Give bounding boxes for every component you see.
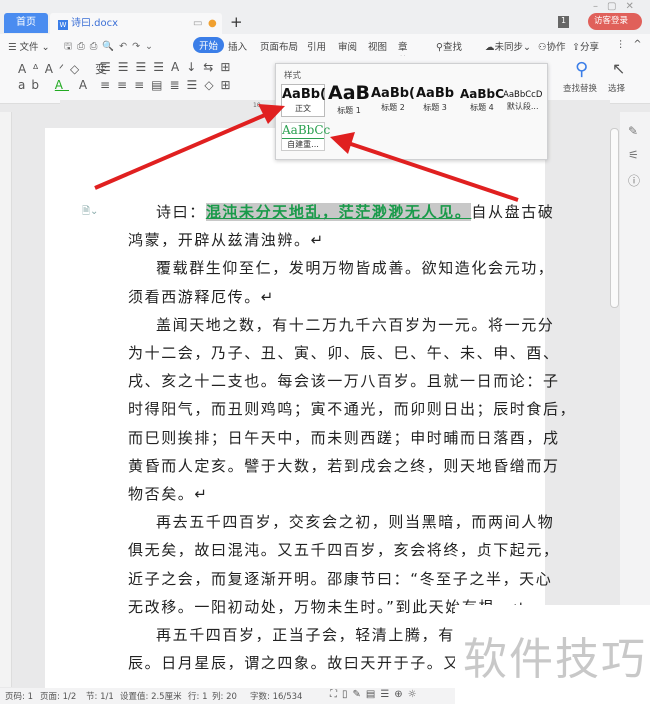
annotation-arrows [94, 104, 519, 202]
pen-icon[interactable]: ✎ [628, 124, 638, 138]
status-page[interactable]: 页码: 1 [5, 690, 33, 702]
scrollbar[interactable] [610, 128, 619, 308]
status-section[interactable]: 节: 1/1 [86, 690, 114, 702]
settings-sliders-icon[interactable]: ⚟ [628, 148, 639, 162]
status-bar: 页码: 1 页面: 1/2 节: 1/1 设置值: 2.5厘米 行: 1 列: … [0, 688, 455, 704]
status-pages[interactable]: 页面: 1/2 [40, 690, 76, 702]
view-mode-icons[interactable]: ⛶▯✎▤☰⊕☼ [330, 689, 422, 700]
watermark: 软件技巧 [455, 605, 650, 704]
arrow-head [258, 104, 285, 124]
red-arrow [344, 140, 519, 202]
right-panel: ✎ ⚟ ⓘ [620, 112, 650, 687]
status-col[interactable]: 列: 20 [212, 690, 237, 702]
status-row[interactable]: 行: 1 [188, 690, 207, 702]
help-icon[interactable]: ⓘ [628, 172, 640, 189]
status-words[interactable]: 字数: 16/534 [250, 690, 302, 702]
status-setting[interactable]: 设置值: 2.5厘米 [120, 690, 182, 702]
red-arrow [94, 110, 273, 190]
arrow-head [330, 132, 355, 154]
